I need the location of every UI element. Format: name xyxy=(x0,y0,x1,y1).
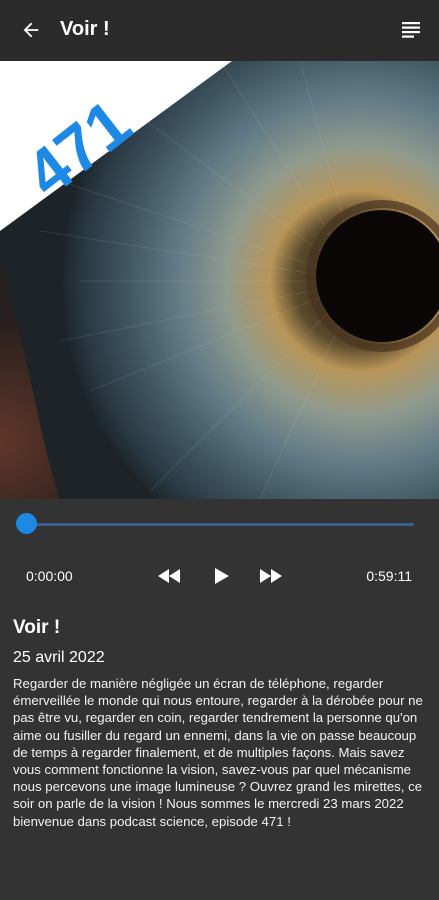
rewind-button[interactable] xyxy=(157,565,181,587)
episode-description: Regarder de manière négligée un écran de… xyxy=(13,676,423,829)
app-bar: Voir ! xyxy=(0,0,439,61)
episode-title: Voir ! xyxy=(13,617,61,638)
page-title: Voir ! xyxy=(60,18,110,40)
rewind-icon xyxy=(158,569,180,583)
audio-player: 0:00:00 0:59:11 xyxy=(0,499,439,604)
menu-button[interactable] xyxy=(399,18,423,42)
episode-date: 25 avril 2022 xyxy=(13,649,105,666)
list-icon xyxy=(402,22,420,38)
fast-forward-button[interactable] xyxy=(259,565,283,587)
progress-track[interactable] xyxy=(26,523,414,526)
episode-details: Voir ! 25 avril 2022 Regarder de manière… xyxy=(13,615,423,830)
progress-slider-thumb[interactable] xyxy=(16,513,37,534)
current-time: 0:00:00 xyxy=(26,568,73,584)
back-button[interactable] xyxy=(18,17,44,43)
fast-forward-icon xyxy=(260,569,282,583)
play-icon xyxy=(215,568,229,584)
episode-cover-image: 471 xyxy=(0,61,439,499)
play-button[interactable] xyxy=(212,565,232,587)
arrow-left-icon xyxy=(23,22,39,38)
total-time: 0:59:11 xyxy=(366,568,412,584)
